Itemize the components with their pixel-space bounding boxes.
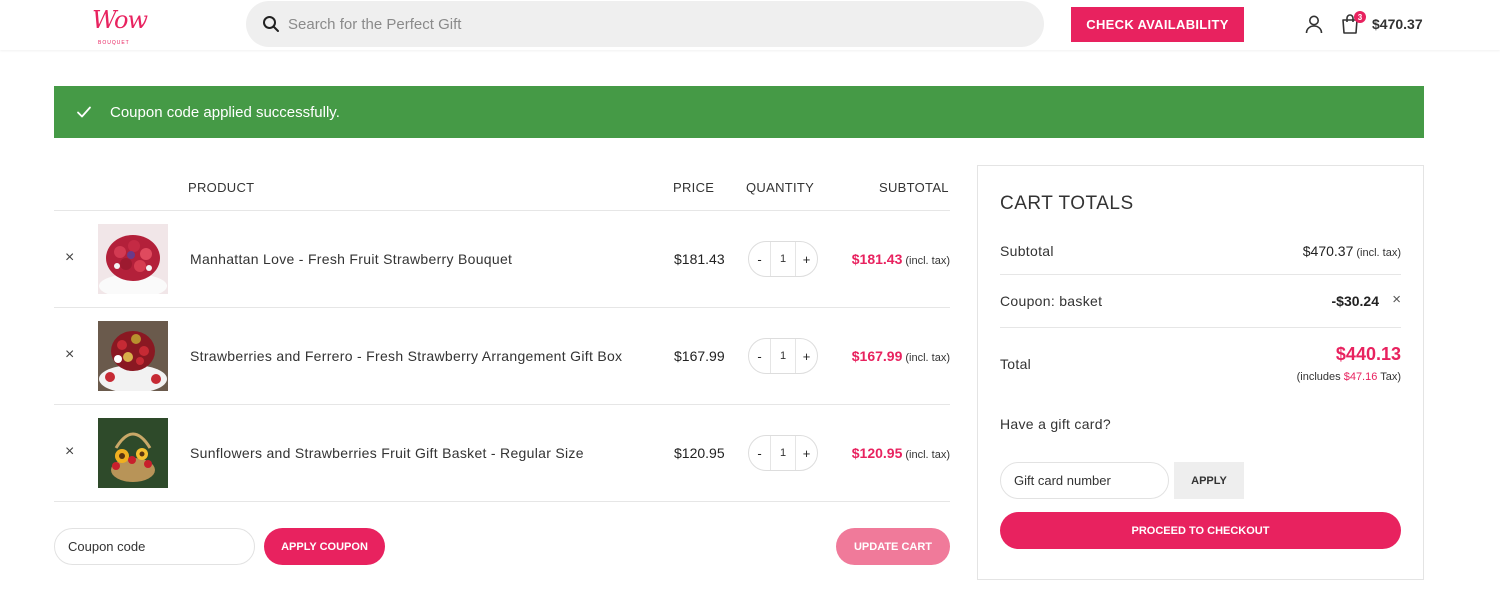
checkmark-icon <box>76 104 92 120</box>
success-notice: Coupon code applied successfully. <box>54 86 1424 138</box>
cart-item-row: × Manhattan Love - Fresh Fruit Strawberr… <box>54 210 950 307</box>
item-subtotal-value: $167.99 <box>851 348 903 364</box>
product-price: $167.99 <box>674 348 725 364</box>
product-price: $181.43 <box>674 251 725 267</box>
tax-note: (incl. tax) <box>905 255 950 267</box>
quantity-stepper: - 1 + <box>748 338 818 374</box>
quantity-stepper: - 1 + <box>748 435 818 471</box>
includes-tax-note: (includes $47.16 Tax) <box>1297 371 1401 383</box>
subtotal-tax-note: (incl. tax) <box>1356 247 1401 259</box>
quantity-decrease-button[interactable]: - <box>749 446 770 461</box>
header-price: PRICE <box>673 180 715 195</box>
remove-item-icon[interactable]: × <box>65 249 74 267</box>
quantity-input[interactable]: 1 <box>770 339 796 373</box>
header-quantity: QUANTITY <box>746 180 815 195</box>
header-cart-total[interactable]: $470.37 <box>1372 16 1423 32</box>
tax-note: (incl. tax) <box>905 449 950 461</box>
item-subtotal: $167.99 (incl. tax) <box>852 348 950 364</box>
check-availability-button[interactable]: CHECK AVAILABILITY <box>1071 7 1244 42</box>
product-price: $120.95 <box>674 445 725 461</box>
item-subtotal: $120.95 (incl. tax) <box>852 445 950 461</box>
quantity-increase-button[interactable]: + <box>796 349 817 364</box>
site-header: Wow BOUQUET CHECK AVAILABILITY 3 $470.37 <box>0 0 1500 50</box>
product-thumbnail[interactable] <box>98 418 168 488</box>
product-name-link[interactable]: Sunflowers and Strawberries Fruit Gift B… <box>190 445 584 461</box>
search-input[interactable] <box>288 15 988 33</box>
header-product: PRODUCT <box>188 180 255 195</box>
order-total-value: $440.13 <box>1335 344 1401 364</box>
cart-count-badge: 3 <box>1354 11 1366 23</box>
header-subtotal: SUBTOTAL <box>879 180 949 195</box>
quantity-decrease-button[interactable]: - <box>749 349 770 364</box>
total-label: Total <box>1000 356 1032 372</box>
quantity-input[interactable]: 1 <box>770 242 796 276</box>
gift-card-input[interactable] <box>1000 462 1169 499</box>
update-cart-button[interactable]: UPDATE CART <box>836 528 950 565</box>
includes-tax-amount: $47.16 <box>1343 371 1378 383</box>
cart-totals-panel: CART TOTALS Subtotal $470.37 (incl. tax) … <box>977 165 1424 580</box>
table-divider <box>54 501 950 502</box>
totals-divider <box>1000 327 1401 328</box>
quantity-decrease-button[interactable]: - <box>749 252 770 267</box>
site-logo[interactable]: Wow BOUQUET <box>88 4 152 46</box>
product-thumbnail[interactable] <box>98 224 168 294</box>
cart-totals-title: CART TOTALS <box>1000 193 1134 214</box>
search-bar <box>246 1 1044 47</box>
item-subtotal-value: $181.43 <box>851 251 903 267</box>
cart-item-row: × Strawberries and Ferrero - Fresh Straw… <box>54 307 950 404</box>
totals-divider <box>1000 274 1401 275</box>
gift-card-label: Have a gift card? <box>1000 416 1111 432</box>
quantity-increase-button[interactable]: + <box>796 446 817 461</box>
quantity-increase-button[interactable]: + <box>796 252 817 267</box>
total-row: Total $440.13 (includes $47.16 Tax) <box>1000 344 1401 388</box>
item-subtotal: $181.43 (incl. tax) <box>852 251 950 267</box>
quantity-stepper: - 1 + <box>748 241 818 277</box>
subtotal-value: $470.37 (incl. tax) <box>1303 243 1401 259</box>
coupon-discount-value: -$30.24 <box>1331 293 1379 309</box>
proceed-to-checkout-button[interactable]: PROCEED TO CHECKOUT <box>1000 512 1401 549</box>
cart-item-row: × Sunflowers and Strawberries Fruit Gift… <box>54 404 950 501</box>
subtotal-amount: $470.37 <box>1302 243 1354 259</box>
logo-text: Wow <box>92 6 148 34</box>
apply-gift-card-button[interactable]: APPLY <box>1174 462 1244 499</box>
includes-prefix: (includes <box>1296 371 1341 383</box>
remove-item-icon[interactable]: × <box>65 346 74 364</box>
subtotal-label: Subtotal <box>1000 243 1054 259</box>
quantity-input[interactable]: 1 <box>770 436 796 470</box>
coupon-label: Coupon: basket <box>1000 293 1103 309</box>
logo-tagline: BOUQUET <box>98 40 130 46</box>
tax-note: (incl. tax) <box>905 352 950 364</box>
search-icon[interactable] <box>262 15 280 33</box>
product-name-link[interactable]: Manhattan Love - Fresh Fruit Strawberry … <box>190 251 512 267</box>
includes-suffix: Tax) <box>1380 371 1401 383</box>
remove-coupon-icon[interactable]: × <box>1392 291 1401 308</box>
product-name-link[interactable]: Strawberries and Ferrero - Fresh Strawbe… <box>190 348 622 364</box>
remove-item-icon[interactable]: × <box>65 443 74 461</box>
user-account-icon[interactable] <box>1304 14 1324 34</box>
coupon-code-input[interactable] <box>54 528 255 565</box>
item-subtotal-value: $120.95 <box>851 445 903 461</box>
product-thumbnail[interactable] <box>98 321 168 391</box>
apply-coupon-button[interactable]: APPLY COUPON <box>264 528 385 565</box>
notice-message: Coupon code applied successfully. <box>110 103 340 121</box>
